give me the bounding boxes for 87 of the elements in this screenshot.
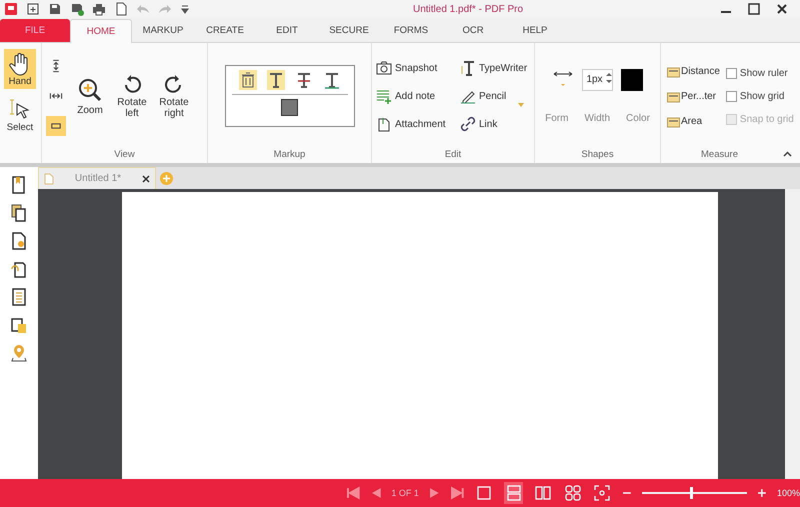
fit-button[interactable] (46, 116, 66, 136)
bookmark-icon (11, 176, 27, 194)
measure-tool[interactable]: Distance (667, 64, 720, 78)
shape-label: Width (584, 112, 610, 124)
sidebar-button[interactable] (9, 343, 29, 363)
view-button[interactable]: Rotate right (156, 73, 192, 119)
single-page-icon (476, 485, 492, 501)
trash-icon (240, 71, 256, 89)
sidebar-button[interactable] (9, 203, 29, 223)
view-button[interactable]: Rotate left (114, 73, 150, 119)
page-indicator: 1 OF 1 (391, 488, 419, 498)
close-icon[interactable] (142, 174, 150, 182)
group-label: Measure (700, 149, 739, 162)
menu-tab[interactable]: OCR (442, 19, 504, 42)
zoom-reading: 100% (776, 488, 800, 498)
text-cursor-icon (460, 60, 476, 76)
save-as-icon[interactable] (70, 2, 84, 16)
print-icon[interactable] (92, 2, 106, 16)
attachment-icon (11, 260, 27, 278)
fullscreen-icon (594, 485, 610, 501)
color-swatch[interactable] (620, 68, 643, 90)
ruler-icon (667, 114, 680, 128)
edit-tool[interactable]: Attachment (376, 116, 454, 132)
clipboard-icon (11, 316, 27, 334)
edit-tool[interactable]: TypeWriter (460, 60, 534, 76)
width-spinner[interactable]: 1px (582, 68, 613, 90)
measure-tool[interactable]: Area (667, 114, 720, 128)
underline-icon (324, 71, 340, 89)
link-icon (460, 116, 476, 132)
two-pages-icon (535, 485, 552, 501)
save-icon[interactable] (48, 2, 62, 16)
strikethrough-icon (296, 71, 312, 89)
add-note-icon (376, 88, 392, 104)
shape-label: Form (545, 112, 568, 124)
edit-tool[interactable]: Pencil (460, 88, 534, 104)
document-icon[interactable] (114, 2, 128, 16)
search-document-icon (11, 232, 27, 250)
group-label: View (113, 149, 136, 162)
edit-tool[interactable]: Link (460, 116, 534, 132)
markup-tool[interactable] (266, 70, 284, 90)
checkbox-option[interactable]: Show ruler (726, 68, 794, 78)
text-icon (268, 71, 284, 89)
zoom-in-icon[interactable] (757, 488, 767, 498)
shape-label: Color (626, 112, 650, 124)
cursor-icon (9, 98, 31, 122)
tool-button[interactable]: Select (4, 95, 36, 135)
group-label: Shapes (580, 149, 615, 162)
list-icon (11, 288, 27, 306)
menu-tab[interactable]: CREATE (194, 19, 256, 42)
menu-tab[interactable]: SECURE (318, 19, 380, 42)
rotate-left-icon (122, 73, 142, 95)
pages-icon (11, 204, 27, 222)
attachment-icon (376, 116, 392, 132)
view-button[interactable]: Zoom (72, 76, 108, 116)
window-title: Untitled 1.pdf* - PDF Pro (413, 4, 524, 15)
maximize-icon[interactable] (748, 3, 760, 15)
ruler-icon (667, 90, 680, 102)
menu-tab[interactable]: HOME (70, 19, 132, 43)
measure-tool[interactable]: Per...ter (667, 90, 720, 102)
color-swatch[interactable] (281, 99, 298, 116)
zoom-icon (77, 76, 103, 102)
new-window-icon[interactable] (26, 2, 40, 16)
document-icon (44, 172, 54, 184)
menu-tab[interactable]: MARKUP (132, 19, 194, 42)
close-icon[interactable] (776, 3, 788, 15)
menu-tab[interactable]: FORMS (380, 19, 442, 42)
markup-tool[interactable] (238, 70, 256, 90)
edit-tool[interactable]: Add note (376, 88, 454, 104)
group-label: Markup (272, 149, 306, 162)
menu-tab[interactable]: EDIT (256, 19, 318, 42)
camera-icon (376, 60, 392, 76)
tool-button[interactable]: Hand (4, 49, 36, 89)
rotate-right-icon (164, 73, 184, 95)
thumbnail-grid-icon (564, 485, 581, 501)
ruler-icon (667, 64, 680, 78)
scrollbar[interactable] (785, 189, 800, 479)
spinner-arrows-icon[interactable] (606, 71, 612, 85)
location-pin-icon (11, 344, 27, 362)
view-mode-button[interactable] (504, 482, 524, 504)
checkbox-option[interactable]: Show grid (726, 90, 794, 102)
menu-tab[interactable]: HELP (504, 19, 566, 42)
edit-tool[interactable]: Snapshot (376, 60, 454, 76)
continuous-pages-icon (506, 485, 522, 501)
collapse-ribbon-icon[interactable] (783, 151, 792, 157)
markup-tool[interactable] (322, 70, 340, 90)
double-arrow-icon (552, 69, 574, 87)
group-label: Edit (444, 149, 462, 162)
